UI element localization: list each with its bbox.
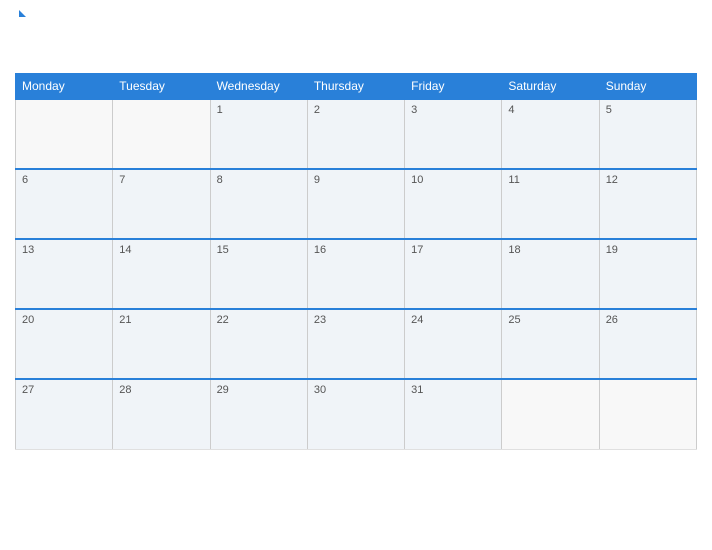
day-number: 18: [508, 244, 592, 256]
calendar-cell: 14: [113, 239, 210, 309]
calendar-cell: 22: [210, 309, 307, 379]
day-number: 1: [217, 104, 301, 116]
calendar-cell: 29: [210, 379, 307, 449]
day-number: 24: [411, 314, 495, 326]
calendar-cell: 7: [113, 169, 210, 239]
day-number: 26: [606, 314, 690, 326]
calendar-cell: 28: [113, 379, 210, 449]
day-number: 19: [606, 244, 690, 256]
logo-blue-row: [15, 10, 26, 17]
calendar-cell: 6: [16, 169, 113, 239]
day-number: 5: [606, 104, 690, 116]
day-header-wednesday: Wednesday: [210, 74, 307, 100]
day-number: 22: [217, 314, 301, 326]
day-number: 12: [606, 174, 690, 186]
day-header-friday: Friday: [405, 74, 502, 100]
day-number: 14: [119, 244, 203, 256]
calendar-cell: 17: [405, 239, 502, 309]
calendar-cell: 15: [210, 239, 307, 309]
calendar-cell: 30: [307, 379, 404, 449]
calendar-week-5: 27 28 29 30 31: [16, 379, 697, 449]
calendar-week-2: 6 7 8 9 10 11 12: [16, 169, 697, 239]
calendar-cell: 5: [599, 99, 696, 169]
calendar-body: 1234567891011121314151617181920212223242…: [16, 99, 697, 449]
calendar-cell: [16, 99, 113, 169]
calendar-cell: 11: [502, 169, 599, 239]
day-number: 21: [119, 314, 203, 326]
day-number: 29: [217, 384, 301, 396]
day-number: 20: [22, 314, 106, 326]
calendar-cell: 12: [599, 169, 696, 239]
day-number: 15: [217, 244, 301, 256]
calendar-week-4: 20 21 22 23 24 25 26: [16, 309, 697, 379]
day-number: 9: [314, 174, 398, 186]
calendar-cell: 20: [16, 309, 113, 379]
logo: [15, 10, 26, 17]
calendar-cell: 9: [307, 169, 404, 239]
calendar-cell: 21: [113, 309, 210, 379]
calendar-week-1: 1 2 3 4 5: [16, 99, 697, 169]
day-header-thursday: Thursday: [307, 74, 404, 100]
calendar-cell: 26: [599, 309, 696, 379]
calendar-cell: 13: [16, 239, 113, 309]
day-number: 8: [217, 174, 301, 186]
day-number: 17: [411, 244, 495, 256]
calendar-cell: 4: [502, 99, 599, 169]
day-number: 3: [411, 104, 495, 116]
calendar-page: MondayTuesdayWednesdayThursdayFridaySatu…: [0, 0, 712, 550]
day-header-monday: Monday: [16, 74, 113, 100]
calendar-table: MondayTuesdayWednesdayThursdayFridaySatu…: [15, 73, 697, 450]
calendar-header: [15, 10, 697, 65]
day-number: 30: [314, 384, 398, 396]
day-number: 27: [22, 384, 106, 396]
day-number: 7: [119, 174, 203, 186]
calendar-cell: 19: [599, 239, 696, 309]
calendar-week-3: 13 14 15 16 17 18 19: [16, 239, 697, 309]
calendar-cell: 25: [502, 309, 599, 379]
day-number: 23: [314, 314, 398, 326]
calendar-cell: 24: [405, 309, 502, 379]
calendar-cell: 18: [502, 239, 599, 309]
day-number: 6: [22, 174, 106, 186]
calendar-cell: 27: [16, 379, 113, 449]
calendar-header-row: MondayTuesdayWednesdayThursdayFridaySatu…: [16, 74, 697, 100]
day-number: 25: [508, 314, 592, 326]
day-header-tuesday: Tuesday: [113, 74, 210, 100]
calendar-cell: 3: [405, 99, 502, 169]
day-number: 2: [314, 104, 398, 116]
day-number: 31: [411, 384, 495, 396]
calendar-cell: 23: [307, 309, 404, 379]
day-number: 28: [119, 384, 203, 396]
day-number: 16: [314, 244, 398, 256]
day-header-saturday: Saturday: [502, 74, 599, 100]
calendar-cell: [502, 379, 599, 449]
calendar-cell: 16: [307, 239, 404, 309]
calendar-cell: 2: [307, 99, 404, 169]
logo-triangle-icon: [19, 10, 26, 17]
calendar-cell: [113, 99, 210, 169]
calendar-cell: 1: [210, 99, 307, 169]
day-number: 11: [508, 174, 592, 186]
day-header-sunday: Sunday: [599, 74, 696, 100]
calendar-cell: 8: [210, 169, 307, 239]
calendar-cell: 31: [405, 379, 502, 449]
calendar-cell: [599, 379, 696, 449]
day-number: 4: [508, 104, 592, 116]
day-number: 10: [411, 174, 495, 186]
day-number: 13: [22, 244, 106, 256]
calendar-cell: 10: [405, 169, 502, 239]
